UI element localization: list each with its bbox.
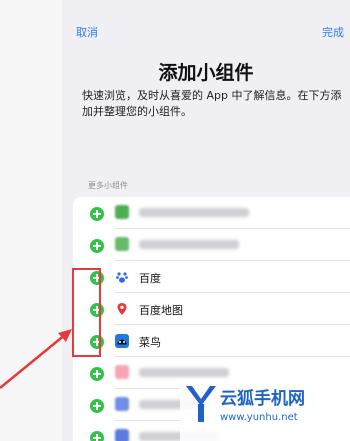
blurred-label (139, 368, 229, 377)
widget-label: 百度地图 (139, 304, 183, 317)
widget-row[interactable] (73, 197, 350, 229)
yunhu-logo-icon (186, 386, 216, 422)
blurred-label (139, 240, 239, 249)
page-title: 添加小组件 (158, 62, 254, 84)
app-blurred-pink-icon (115, 365, 129, 379)
add-widget-button[interactable] (90, 367, 104, 381)
app-blurred-blue-icon (115, 429, 129, 441)
cancel-button[interactable]: 取消 (76, 24, 98, 40)
add-widget-button[interactable] (90, 399, 104, 413)
app-blurred-blue-icon (115, 397, 129, 411)
page-description: 快速浏览，及时从喜爱的 App 中了解信息。在下方添加并整理您的小组件。 (82, 89, 342, 118)
watermark: 云狐手机网 www.yunhu.net (180, 380, 350, 441)
blurred-label (139, 208, 249, 217)
annotation-arrow-icon (0, 329, 72, 389)
widget-label: 百度 (139, 272, 161, 285)
watermark-url: www.yunhu.net (220, 412, 298, 423)
widget-row-cainiao[interactable]: 菜鸟 (73, 325, 350, 357)
section-header: 更多小组件 (88, 181, 128, 190)
widget-row-baidu-map[interactable]: 百度地图 (73, 293, 350, 325)
widget-row[interactable] (73, 229, 350, 261)
widget-label: 菜鸟 (139, 336, 161, 349)
done-button[interactable]: 完成 (322, 24, 344, 40)
app-blurred-green-icon (115, 237, 129, 251)
baidu-paw-icon (115, 269, 129, 283)
app-blurred-green-icon (115, 205, 129, 219)
add-widget-button[interactable] (90, 431, 104, 441)
add-widget-sheet: 取消 完成 添加小组件 快速浏览，及时从喜爱的 App 中了解信息。在下方添加并… (62, 0, 350, 441)
widget-row-baidu[interactable]: 百度 (73, 261, 350, 293)
cainiao-bird-icon (115, 333, 129, 348)
add-widget-button[interactable] (90, 239, 104, 253)
watermark-title: 云狐手机网 (220, 389, 305, 409)
add-widget-button[interactable] (90, 207, 104, 221)
map-pin-icon (115, 301, 129, 315)
